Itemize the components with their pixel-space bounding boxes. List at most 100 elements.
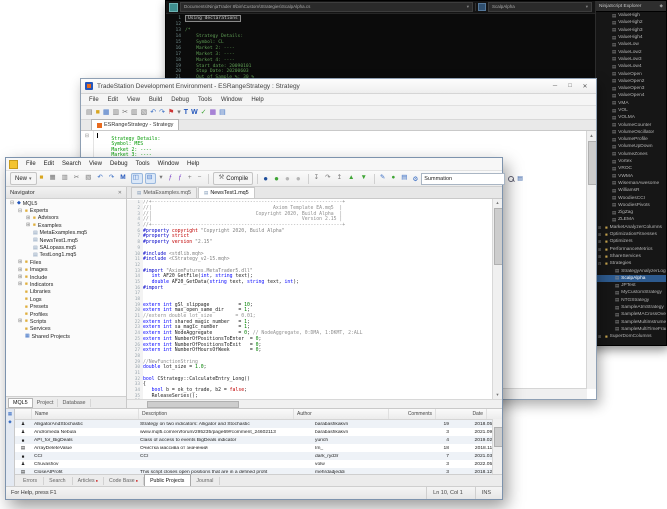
navigator-tab[interactable]: MQL5 [8,397,33,408]
explorer-item[interactable]: ▤ VWMA [596,173,666,180]
expander-icon[interactable]: ⊞ [17,260,23,265]
explorer-item[interactable]: ⊞ ■ PerformanceMetrics [596,246,666,253]
toolbar-icon[interactable]: ↧ [313,174,322,183]
navigator-tab[interactable]: Database [58,398,91,407]
explorer-item[interactable]: ⊞ ■ ShareServices [596,253,666,260]
explorer-header[interactable]: NinjaScript Explorer ◆ [596,1,666,12]
explorer-item[interactable]: ▤ VolumeCounter [596,121,666,128]
menu-item[interactable]: Build [145,97,166,103]
toolbar-icon[interactable]: ▦ [210,109,217,116]
document-tab[interactable]: ▤ NewsTest1.mq5 [197,187,255,198]
toolbar-icon[interactable]: ◫ [130,173,143,184]
toolbar-icon[interactable]: ▦ [48,174,58,183]
explorer-item[interactable]: ▤ WilliamsR [596,187,666,194]
toolbar-icon[interactable]: ▼ [359,174,369,183]
toolbar-icon[interactable]: ↶ [96,174,105,183]
toolbar-icon[interactable]: ▤ [400,174,410,183]
toolbar-icon[interactable]: ↶ [150,109,156,116]
toolbar-icon[interactable]: ■ [96,109,100,116]
expander-icon[interactable]: ⊞ [598,247,603,252]
scroll-down-icon[interactable]: ▼ [493,391,502,399]
header-name[interactable]: Name [32,409,139,419]
menu-item[interactable]: Debug [167,97,193,103]
explorer-item[interactable]: ▤ WisemanAwesome [596,180,666,187]
toolbar-icon[interactable]: ● [390,174,398,183]
toolbar-icon[interactable]: + [187,174,195,183]
table-row[interactable]: ♟ AlligatorAndStochastic Strategy on two… [15,420,502,428]
toolbar-icon[interactable]: ↷ [108,174,117,183]
file-path-combo[interactable]: Documents\NinjaTrader 8\bin\Custom\Strat… [180,2,473,12]
toolbar-icon[interactable]: M [119,174,128,183]
tree-item[interactable]: ■ Services [6,326,126,333]
header-date[interactable]: Date [436,409,487,419]
bottom-tab[interactable]: Code Base ● [104,476,145,485]
toolbar-icon[interactable] [257,173,259,184]
scroll-up-icon[interactable]: ▲ [493,199,502,207]
explorer-item[interactable]: ▤ VMA [596,100,666,107]
tree-item[interactable]: ⊞ ■ Scripts [6,318,126,325]
tree-item[interactable]: ▤ MetaExamples.mq5 [6,230,126,237]
menu-item[interactable]: Window [154,161,183,167]
explorer-item[interactable]: ▤ ValueOpen [596,70,666,77]
explorer-item[interactable]: ⊞ ■ Optimizers [596,238,666,245]
menu-item[interactable]: Edit [104,97,122,103]
toolbar-icon[interactable]: ▥ [112,109,119,116]
table-scrollbar[interactable] [492,419,502,474]
bottom-tab[interactable]: Articles ● [73,476,104,485]
tree-item[interactable]: ■ Libraries [6,289,126,296]
tree-item[interactable]: ▤ TestLong1.mq5 [6,252,126,259]
explorer-item[interactable]: ▤ VolumeProfile [596,136,666,143]
explorer-item[interactable]: ▤ ValueHigh2 [596,19,666,26]
expander-icon[interactable]: ⊟ [598,261,603,266]
toolbar-icon[interactable]: ✎ [379,174,388,183]
table-row[interactable]: ▤ CloseAtProfit This script closes open … [15,468,502,474]
navigator-header[interactable]: Navigator ✕ [6,187,126,199]
toolbar-icon[interactable]: ▲ [347,174,357,183]
toolbar-icon[interactable]: ▦ [103,109,110,116]
tree-item[interactable]: ■ Logs [6,296,126,303]
explorer-item[interactable]: ⊞ ■ MarketAnalyzerColumns [596,224,666,231]
expander-icon[interactable]: ⊞ [17,319,23,324]
toolbar-icon[interactable]: ƒ [177,174,185,183]
explorer-item[interactable]: ▤ ZigZag [596,209,666,216]
explorer-item[interactable]: ▤ WoodiesCCI [596,194,666,201]
member-combo[interactable]: ScalpAlpha ▾ [488,2,592,12]
explorer-item[interactable]: ▤ VolumeOscillator [596,129,666,136]
pin-icon[interactable]: ◆ [659,3,663,9]
header-comments[interactable]: Comments [389,409,436,419]
explorer-item[interactable]: ▤ ValueLow [596,41,666,48]
explorer-item[interactable]: ▤ WoodiesPivots [596,202,666,209]
new-button[interactable]: New ▾ [10,172,37,185]
toolbar-icon[interactable] [208,173,210,184]
explorer-item[interactable]: ▤ Vortex [596,158,666,165]
toolbar-icon[interactable]: ↥ [336,174,345,183]
menu-item[interactable]: Tools [194,97,216,103]
explorer-item[interactable]: ▤ VROC [596,165,666,172]
code-editor[interactable]: 1 //+-----------------------------------… [127,199,502,399]
tree-item[interactable]: ⊞ ■ Indicators [6,281,126,288]
menu-item[interactable]: View [123,97,144,103]
table-row[interactable]: ♟ Andromeda Nebula www.mql5.com/en/forum… [15,428,502,436]
explorer-item[interactable]: ▤ ValueLow2 [596,48,666,55]
scrollbar-thumb[interactable] [147,401,239,408]
toolbar-icon[interactable]: W [191,109,198,116]
tree-item[interactable]: ⊞ ■ Examples [6,222,126,229]
bottom-tab[interactable]: Search [44,476,73,485]
scrollbar-thumb[interactable] [588,141,596,185]
tree-item[interactable]: ⊞ ■ Images [6,267,126,274]
menu-item[interactable]: View [85,161,106,167]
toolbar-icon[interactable]: ↷ [159,109,165,116]
menu-item[interactable]: Help [247,97,267,103]
panel-icon[interactable]: ▦ [8,411,12,417]
explorer-item[interactable]: ▤ ValueHigh4 [596,34,666,41]
toolbar-icon[interactable]: − [197,174,205,183]
tree-item[interactable]: ▦ Shared Projects [6,333,126,340]
menu-item[interactable]: File [22,161,40,167]
explorer-item[interactable]: ▤ NTGStrategy [596,297,666,304]
title-bar[interactable]: TradeStation Development Environment - E… [81,79,596,94]
explorer-item[interactable]: ▤ ValueOpen2 [596,78,666,85]
explorer-item[interactable]: ▤ SampleAtmStrategy [596,304,666,311]
toolbar-icon[interactable]: ■ [39,174,47,183]
toolbar-icon[interactable]: ● [262,174,271,184]
toolbar-icon[interactable]: ▾ [177,109,181,116]
